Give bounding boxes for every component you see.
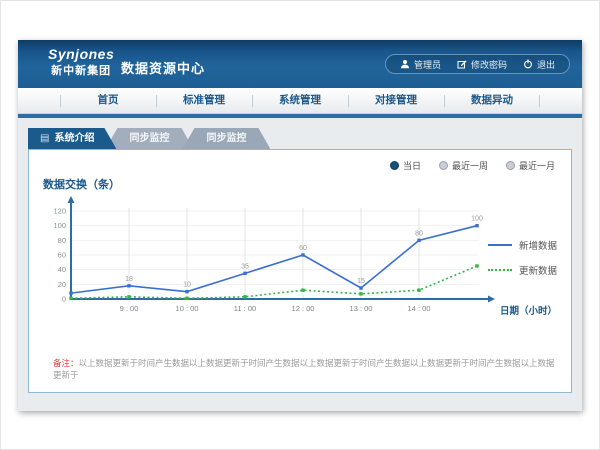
tab-sync-monitor-2[interactable]: 同步监控: [182, 128, 270, 149]
nav-item-data-change[interactable]: 数据异动: [444, 88, 540, 113]
svg-text:10: 10: [183, 282, 191, 289]
footnote: 备注：以上数据更新于时间产生数据以上数据更新于时间产生数据以上数据更新于时间产生…: [53, 357, 563, 381]
svg-text:14 : 00: 14 : 00: [408, 304, 431, 313]
dotted-line-swatch: [488, 269, 512, 271]
nav-item-standard-mgmt[interactable]: 标准管理: [156, 88, 252, 113]
radio-selected-icon: [390, 161, 399, 170]
legend-new-data-label: 新增数据: [519, 238, 557, 252]
svg-text:80: 80: [415, 230, 423, 237]
svg-text:100: 100: [53, 221, 66, 230]
radio-last-week[interactable]: 最近一周: [439, 159, 488, 172]
main-nav: 首页 标准管理 系统管理 对接管理 数据异动: [18, 88, 582, 114]
radio-today-label: 当日: [403, 159, 421, 172]
svg-text:15: 15: [357, 278, 365, 285]
x-axis-title: 日期（小时）: [500, 303, 557, 317]
line-chart: 0 20 40 60 80 100 120 9 : 00 10 : 00 11 : 00 12 : …: [39, 194, 509, 319]
user-menu: 管理员 修改密码 退出: [385, 54, 570, 74]
logo-text-cn: 新中新集团: [48, 62, 114, 78]
chart-panel: 当日 最近一周 最近一月 数据交换（条） 0 20 40 60 80 100 120 9 : …: [28, 149, 572, 393]
range-selector: 当日 最近一周 最近一月: [390, 159, 555, 172]
nav-item-home[interactable]: 首页: [60, 88, 156, 113]
svg-text:100: 100: [471, 216, 483, 223]
y-axis-title: 数据交换（条）: [43, 176, 120, 192]
logout-label: 退出: [537, 58, 555, 71]
app-header: Synjones 新中新集团 数据资源中心 管理员 修改密码: [18, 40, 582, 88]
tab-system-intro-label: 系统介绍: [54, 128, 94, 149]
svg-text:12 : 00: 12 : 00: [292, 304, 315, 313]
radio-unselected-icon: [506, 161, 515, 170]
tab-sync-monitor-1[interactable]: 同步监控: [105, 128, 193, 149]
svg-text:35: 35: [241, 263, 249, 270]
user-icon: [400, 59, 410, 69]
logout-button[interactable]: 退出: [523, 58, 555, 71]
power-icon: [523, 59, 533, 69]
svg-text:40: 40: [58, 265, 66, 274]
admin-label: 管理员: [414, 58, 441, 71]
logo-text-en: Synjones: [48, 46, 114, 62]
change-password-label: 修改密码: [471, 58, 507, 71]
legend-item-new-data: 新增数据: [488, 238, 557, 252]
company-logo[interactable]: Synjones 新中新集团: [48, 46, 114, 78]
change-password-button[interactable]: 修改密码: [457, 58, 507, 71]
svg-text:0: 0: [62, 295, 66, 304]
svg-text:10 : 00: 10 : 00: [176, 304, 199, 313]
svg-text:13 : 00: 13 : 00: [350, 304, 373, 313]
chart-legend: 新增数据 更新数据: [488, 238, 557, 288]
nav-item-interface-mgmt[interactable]: 对接管理: [348, 88, 444, 113]
radio-today[interactable]: 当日: [390, 159, 421, 172]
nav-item-system-mgmt[interactable]: 系统管理: [252, 88, 348, 113]
tab-system-intro[interactable]: ▤ 系统介绍: [28, 128, 116, 149]
svg-text:11 : 00: 11 : 00: [234, 304, 256, 313]
tab-bar: ▤ 系统介绍 同步监控 同步监控: [28, 128, 582, 149]
svg-text:20: 20: [58, 280, 66, 289]
svg-text:9 : 00: 9 : 00: [120, 304, 139, 313]
svg-text:80: 80: [58, 236, 66, 245]
radio-last-week-label: 最近一周: [452, 159, 488, 172]
footnote-text: 以上数据更新于时间产生数据以上数据更新于时间产生数据以上数据更新于时间产生数据以…: [53, 358, 555, 380]
screenshot-canvas: Synjones 新中新集团 数据资源中心 管理员 修改密码: [0, 0, 600, 450]
legend-item-updated-data: 更新数据: [488, 263, 557, 277]
edit-icon: [457, 59, 467, 69]
page-title: 数据资源中心: [121, 58, 205, 77]
content-area: ▤ 系统介绍 同步监控 同步监控 当日 最近一周: [18, 118, 582, 411]
document-icon: ▤: [40, 134, 49, 144]
radio-unselected-icon: [439, 161, 448, 170]
svg-text:60: 60: [58, 251, 66, 260]
footnote-prefix: 备注：: [53, 358, 79, 368]
svg-text:120: 120: [53, 207, 66, 216]
svg-text:60: 60: [299, 245, 307, 252]
legend-updated-data-label: 更新数据: [519, 263, 557, 277]
radio-last-month-label: 最近一月: [519, 159, 555, 172]
solid-line-swatch: [488, 244, 512, 246]
radio-last-month[interactable]: 最近一月: [506, 159, 555, 172]
svg-text:18: 18: [125, 276, 133, 283]
app-window: Synjones 新中新集团 数据资源中心 管理员 修改密码: [18, 40, 582, 411]
admin-button[interactable]: 管理员: [400, 58, 441, 71]
